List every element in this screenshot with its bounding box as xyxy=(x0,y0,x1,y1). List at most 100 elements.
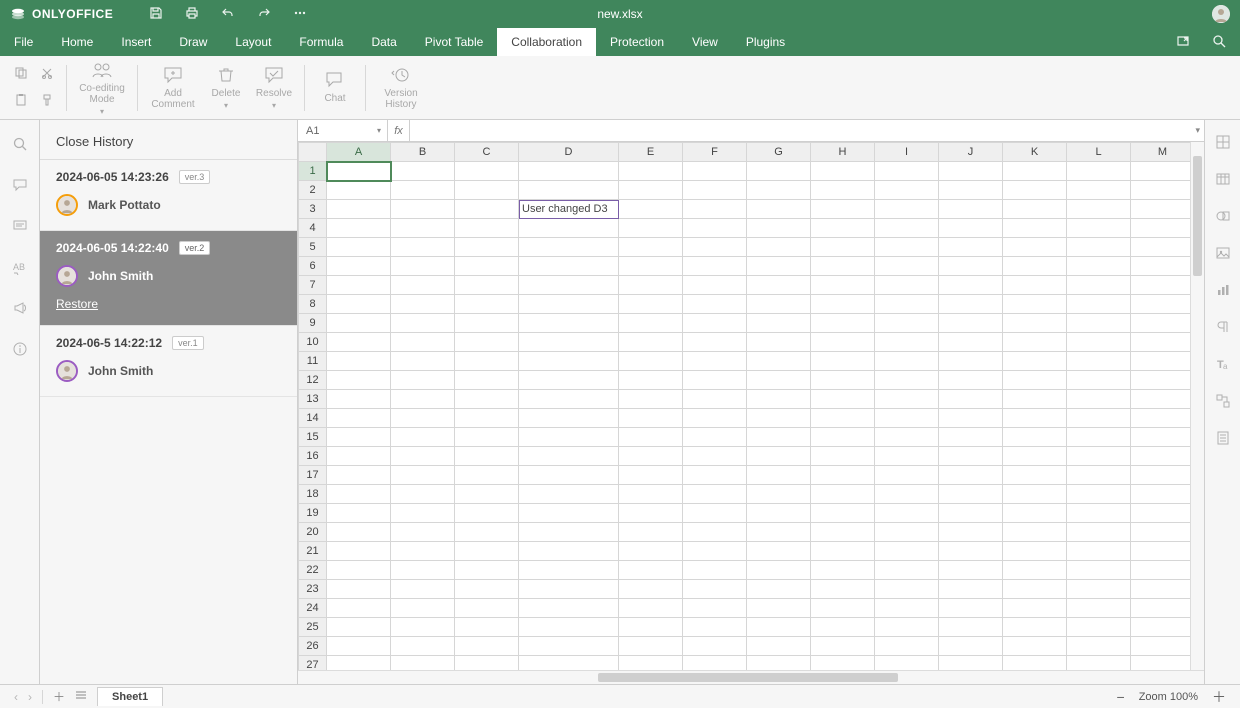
row-header-9[interactable]: 9 xyxy=(299,314,327,333)
cell-D18[interactable] xyxy=(519,485,619,504)
cell-L26[interactable] xyxy=(1067,637,1131,656)
cell-K1[interactable] xyxy=(1003,162,1067,181)
cell-A25[interactable] xyxy=(327,618,391,637)
row-header-1[interactable]: 1 xyxy=(299,162,327,181)
cell-K4[interactable] xyxy=(1003,219,1067,238)
cell-L20[interactable] xyxy=(1067,523,1131,542)
formula-input[interactable]: ▾ xyxy=(410,120,1204,141)
row-header-21[interactable]: 21 xyxy=(299,542,327,561)
cell-L13[interactable] xyxy=(1067,390,1131,409)
row-header-17[interactable]: 17 xyxy=(299,466,327,485)
resolve-comment-button[interactable]: Resolve ▾ xyxy=(250,66,298,109)
cell-A16[interactable] xyxy=(327,447,391,466)
cell-C20[interactable] xyxy=(455,523,519,542)
cell-M19[interactable] xyxy=(1131,504,1195,523)
cell-C19[interactable] xyxy=(455,504,519,523)
cell-G14[interactable] xyxy=(747,409,811,428)
cell-B8[interactable] xyxy=(391,295,455,314)
cell-H3[interactable] xyxy=(811,200,875,219)
cell-D19[interactable] xyxy=(519,504,619,523)
menu-pivot-table[interactable]: Pivot Table xyxy=(411,28,497,56)
cell-M7[interactable] xyxy=(1131,276,1195,295)
cell-G27[interactable] xyxy=(747,656,811,671)
cell-C3[interactable] xyxy=(455,200,519,219)
cell-H12[interactable] xyxy=(811,371,875,390)
cell-J13[interactable] xyxy=(939,390,1003,409)
cell-F1[interactable] xyxy=(683,162,747,181)
cell-A22[interactable] xyxy=(327,561,391,580)
cell-L21[interactable] xyxy=(1067,542,1131,561)
cell-E17[interactable] xyxy=(619,466,683,485)
open-location-icon[interactable] xyxy=(1176,34,1190,51)
cell-B12[interactable] xyxy=(391,371,455,390)
cell-M8[interactable] xyxy=(1131,295,1195,314)
cell-E14[interactable] xyxy=(619,409,683,428)
cell-I24[interactable] xyxy=(875,599,939,618)
cell-G5[interactable] xyxy=(747,238,811,257)
cell-M2[interactable] xyxy=(1131,181,1195,200)
cell-H7[interactable] xyxy=(811,276,875,295)
sheet-tab-active[interactable]: Sheet1 xyxy=(97,687,163,706)
cell-G13[interactable] xyxy=(747,390,811,409)
row-header-7[interactable]: 7 xyxy=(299,276,327,295)
copy-icon[interactable] xyxy=(14,66,28,83)
cell-B4[interactable] xyxy=(391,219,455,238)
cell-L1[interactable] xyxy=(1067,162,1131,181)
cell-A24[interactable] xyxy=(327,599,391,618)
cell-J10[interactable] xyxy=(939,333,1003,352)
cell-M14[interactable] xyxy=(1131,409,1195,428)
cell-D11[interactable] xyxy=(519,352,619,371)
cell-A8[interactable] xyxy=(327,295,391,314)
cell-C5[interactable] xyxy=(455,238,519,257)
cell-C9[interactable] xyxy=(455,314,519,333)
cell-G26[interactable] xyxy=(747,637,811,656)
row-header-10[interactable]: 10 xyxy=(299,333,327,352)
cell-H22[interactable] xyxy=(811,561,875,580)
row-header-23[interactable]: 23 xyxy=(299,580,327,599)
cell-I21[interactable] xyxy=(875,542,939,561)
cell-G19[interactable] xyxy=(747,504,811,523)
cell-A17[interactable] xyxy=(327,466,391,485)
cell-J3[interactable] xyxy=(939,200,1003,219)
cell-B27[interactable] xyxy=(391,656,455,671)
cell-J15[interactable] xyxy=(939,428,1003,447)
cell-D22[interactable] xyxy=(519,561,619,580)
cell-I5[interactable] xyxy=(875,238,939,257)
cell-K6[interactable] xyxy=(1003,257,1067,276)
cell-C7[interactable] xyxy=(455,276,519,295)
spellcheck-icon[interactable]: AB xyxy=(12,259,28,278)
cell-D13[interactable] xyxy=(519,390,619,409)
cell-K15[interactable] xyxy=(1003,428,1067,447)
cell-A11[interactable] xyxy=(327,352,391,371)
textart-settings-icon[interactable]: Ta xyxy=(1215,356,1231,375)
cell-D14[interactable] xyxy=(519,409,619,428)
cell-L11[interactable] xyxy=(1067,352,1131,371)
cell-G25[interactable] xyxy=(747,618,811,637)
row-header-8[interactable]: 8 xyxy=(299,295,327,314)
row-header-6[interactable]: 6 xyxy=(299,257,327,276)
cell-J26[interactable] xyxy=(939,637,1003,656)
cell-D1[interactable] xyxy=(519,162,619,181)
cell-K10[interactable] xyxy=(1003,333,1067,352)
cell-F23[interactable] xyxy=(683,580,747,599)
cell-H6[interactable] xyxy=(811,257,875,276)
menu-collaboration[interactable]: Collaboration xyxy=(497,28,596,56)
cell-L10[interactable] xyxy=(1067,333,1131,352)
cell-M10[interactable] xyxy=(1131,333,1195,352)
cell-K24[interactable] xyxy=(1003,599,1067,618)
column-header-G[interactable]: G xyxy=(747,143,811,162)
cell-M27[interactable] xyxy=(1131,656,1195,671)
cell-F6[interactable] xyxy=(683,257,747,276)
undo-icon[interactable] xyxy=(221,6,235,23)
cell-H5[interactable] xyxy=(811,238,875,257)
cell-I7[interactable] xyxy=(875,276,939,295)
cell-G16[interactable] xyxy=(747,447,811,466)
cell-D2[interactable] xyxy=(519,181,619,200)
cell-K25[interactable] xyxy=(1003,618,1067,637)
row-header-24[interactable]: 24 xyxy=(299,599,327,618)
cell-E12[interactable] xyxy=(619,371,683,390)
cell-K13[interactable] xyxy=(1003,390,1067,409)
cell-H1[interactable] xyxy=(811,162,875,181)
cell-F14[interactable] xyxy=(683,409,747,428)
cell-E20[interactable] xyxy=(619,523,683,542)
